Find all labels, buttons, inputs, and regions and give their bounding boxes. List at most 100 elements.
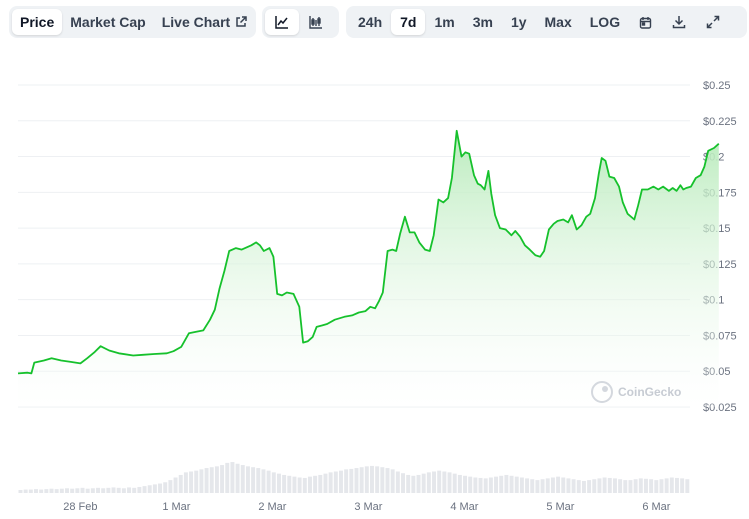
volume-bar	[478, 477, 483, 493]
volume-bar	[127, 487, 132, 493]
volume-bar	[354, 468, 359, 493]
volume-bar	[28, 489, 33, 493]
volume-bar	[375, 466, 380, 493]
x-axis: 28 Feb 1 Mar 2 Mar 3 Mar 4 Mar 5 Mar 6 Mar	[63, 501, 671, 513]
volume-bar	[556, 476, 561, 493]
volume-bar	[204, 468, 209, 493]
watermark-text: CoinGecko	[618, 385, 681, 399]
volume-bar	[607, 477, 612, 493]
volume-bar	[530, 479, 535, 493]
volume-bar	[680, 478, 685, 493]
volume-bar	[39, 489, 44, 493]
volume-bar	[80, 487, 85, 493]
volume-bar	[359, 467, 364, 493]
volume-bar	[550, 477, 555, 493]
volume-bar	[65, 488, 69, 493]
volume-bar	[338, 470, 343, 493]
volume-bars	[18, 462, 690, 493]
volume-bar	[235, 463, 240, 493]
x-tick-label: 28 Feb	[63, 501, 97, 513]
volume-bar	[199, 469, 204, 493]
volume-bar	[509, 475, 514, 493]
volume-bar	[116, 487, 121, 493]
volume-bar	[313, 475, 318, 493]
volume-bar	[111, 487, 116, 493]
volume-bar	[194, 470, 199, 493]
volume-bar	[597, 478, 602, 493]
volume-bar	[457, 474, 462, 493]
volume-bar	[266, 470, 271, 493]
volume-bar	[318, 474, 323, 493]
volume-bar	[380, 467, 385, 493]
volume-bar	[421, 473, 426, 493]
volume-bar	[168, 480, 173, 493]
volume-bar	[183, 472, 188, 493]
volume-bar	[612, 478, 617, 493]
volume-bar	[49, 488, 54, 493]
volume-bar	[426, 472, 431, 493]
volume-bar	[328, 472, 333, 493]
volume-bar	[214, 466, 219, 493]
volume-bar	[488, 477, 493, 493]
volume-bar	[178, 474, 183, 493]
volume-bar	[276, 473, 281, 493]
volume-bar	[390, 469, 395, 493]
volume-bar	[494, 476, 499, 493]
volume-bar	[519, 477, 524, 493]
x-tick-label: 1 Mar	[162, 501, 190, 513]
x-tick-label: 3 Mar	[354, 501, 382, 513]
volume-bar	[411, 475, 416, 493]
volume-bar	[540, 479, 545, 493]
volume-bar	[44, 489, 49, 493]
volume-bar	[659, 479, 664, 493]
volume-bar	[674, 477, 679, 493]
volume-bar	[96, 487, 101, 493]
volume-bar	[370, 465, 374, 493]
volume-bar	[633, 479, 638, 493]
x-tick-label: 6 Mar	[642, 501, 670, 513]
volume-bar	[571, 479, 576, 493]
volume-bar	[349, 468, 354, 493]
volume-bar	[602, 477, 607, 493]
volume-bar	[638, 478, 643, 493]
volume-bar	[669, 477, 674, 493]
volume-bar	[147, 485, 152, 493]
volume-bar	[654, 480, 659, 493]
volume-bar	[432, 471, 437, 493]
volume-bar	[618, 479, 623, 493]
volume-bar	[297, 477, 302, 493]
volume-bar	[90, 488, 95, 493]
volume-bar	[623, 480, 628, 493]
volume-bar	[261, 469, 266, 493]
volume-bar	[75, 488, 80, 493]
volume-bar	[302, 477, 307, 493]
y-tick-label: $0.225	[703, 116, 737, 128]
volume-bar	[121, 488, 126, 493]
x-tick-label: 2 Mar	[258, 501, 286, 513]
volume-bar	[664, 478, 669, 493]
price-area	[18, 130, 719, 408]
volume-bar	[416, 474, 421, 493]
volume-bar	[34, 489, 38, 493]
volume-bar	[256, 468, 261, 493]
volume-bar	[18, 489, 23, 493]
volume-bar	[287, 475, 292, 493]
volume-bar	[499, 475, 504, 493]
volume-bar	[333, 471, 338, 493]
volume-bar	[106, 487, 111, 493]
volume-bar	[473, 477, 478, 493]
x-tick-label: 5 Mar	[546, 501, 574, 513]
volume-bar	[23, 489, 28, 493]
volume-bar	[545, 478, 550, 493]
volume-bar	[468, 476, 473, 493]
volume-bar	[54, 489, 59, 493]
volume-bar	[137, 486, 142, 493]
volume-bar	[406, 474, 411, 493]
volume-bar	[561, 477, 566, 493]
volume-bar	[643, 478, 648, 493]
volume-bar	[282, 474, 287, 493]
volume-bar	[158, 483, 163, 493]
volume-bar	[132, 487, 137, 493]
volume-bar	[163, 482, 168, 493]
volume-bar	[452, 473, 457, 493]
